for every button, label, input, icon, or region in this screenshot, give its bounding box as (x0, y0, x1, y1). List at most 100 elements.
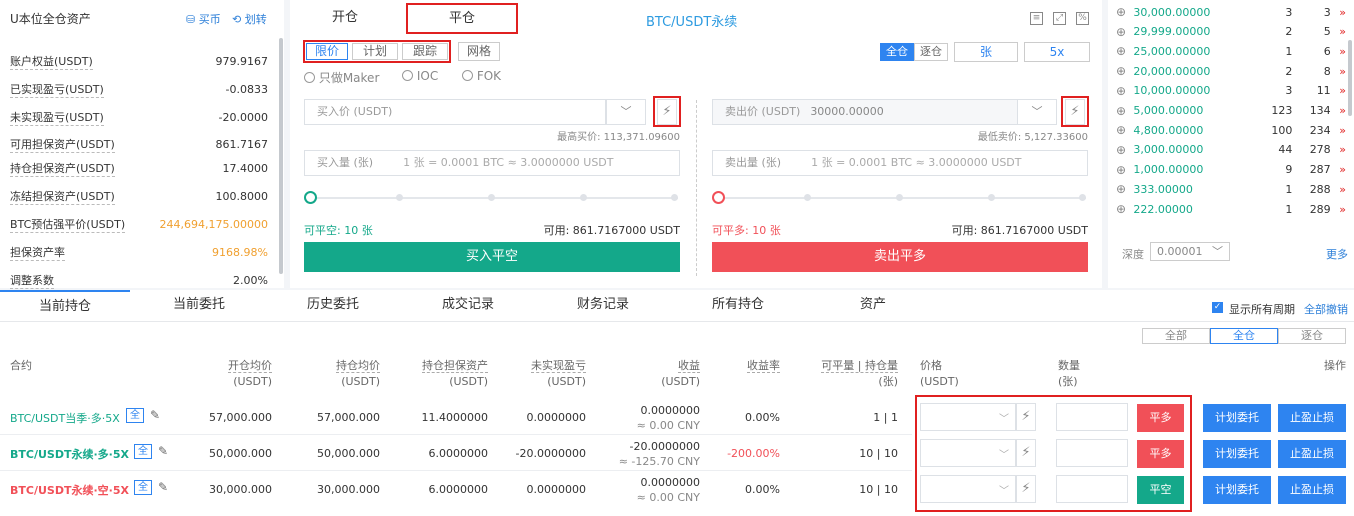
buy-slider-mark[interactable] (396, 194, 403, 201)
margin-mode-cross[interactable]: 全仓 (880, 43, 914, 61)
position-name[interactable]: BTC/USDT永续·多·5X (10, 446, 129, 462)
buy-slider-mark[interactable] (580, 194, 587, 201)
take-profit-stop-loss-button[interactable]: 止盈止损 (1278, 476, 1346, 504)
plus-circle-icon[interactable]: ⊕ (1116, 182, 1129, 196)
buy-price-input[interactable]: 买入价 (USDT) (304, 99, 606, 125)
buy-slider-mark[interactable] (488, 194, 495, 201)
orderbook-row[interactable]: ⊕ 5,000.00000 123 134» (1116, 101, 1346, 121)
plan-order-button[interactable]: 计划委托 (1203, 440, 1271, 468)
sell-slider-handle[interactable] (712, 191, 725, 204)
percent-icon[interactable]: % (1076, 12, 1089, 25)
order-type-grid[interactable]: 网格 (458, 42, 500, 61)
margin-mode-isolated[interactable]: 逐仓 (914, 43, 948, 61)
plus-circle-icon[interactable]: ⊕ (1116, 143, 1129, 157)
cancel-all-link[interactable]: 全部撤销 (1304, 301, 1348, 317)
leverage-select[interactable]: 5x (1024, 42, 1090, 62)
close-position-button[interactable]: 平空 (1137, 476, 1184, 504)
edit-icon[interactable]: ✎ (150, 408, 160, 422)
close-price-select[interactable]: ﹀ (920, 439, 1016, 467)
tab-current-orders[interactable]: 当前委托 (134, 290, 264, 320)
double-chevron-icon[interactable]: » (1331, 84, 1346, 97)
close-price-select[interactable]: ﹀ (920, 403, 1016, 431)
more-link[interactable]: 更多 (1326, 246, 1348, 262)
filter-isolated[interactable]: 逐仓 (1278, 328, 1346, 344)
plan-order-button[interactable]: 计划委托 (1203, 476, 1271, 504)
buy-qty-input[interactable]: 买入量 (张) 1 张 = 0.0001 BTC ≈ 3.0000000 USDT (304, 150, 680, 176)
buy-flash-icon[interactable]: ⚡ (657, 99, 677, 125)
close-qty-input[interactable] (1056, 475, 1128, 503)
filter-cross[interactable]: 全仓 (1210, 328, 1278, 344)
double-chevron-icon[interactable]: » (1331, 124, 1346, 137)
orderbook-row[interactable]: ⊕ 4,800.00000 100 234» (1116, 120, 1346, 140)
tab-current-positions[interactable]: 当前持仓 (0, 290, 130, 320)
close-qty-input[interactable] (1056, 439, 1128, 467)
double-chevron-icon[interactable]: » (1331, 25, 1346, 38)
buy-slider-mark[interactable] (671, 194, 678, 201)
take-profit-stop-loss-button[interactable]: 止盈止损 (1278, 440, 1346, 468)
close-flash-icon[interactable]: ⚡ (1016, 439, 1036, 467)
edit-icon[interactable]: ✎ (158, 480, 168, 494)
position-name[interactable]: BTC/USDT永续·空·5X (10, 482, 129, 498)
orderbook-row[interactable]: ⊕ 3,000.00000 44 278» (1116, 140, 1346, 160)
unit-select[interactable]: 张 (954, 42, 1018, 62)
double-chevron-icon[interactable]: » (1331, 45, 1346, 58)
orderbook-row[interactable]: ⊕ 333.00000 1 288» (1116, 179, 1346, 199)
buy-close-short-button[interactable]: 买入平空 (304, 242, 680, 272)
orderbook-row[interactable]: ⊕ 29,999.00000 2 5» (1116, 22, 1346, 42)
close-flash-icon[interactable]: ⚡ (1016, 475, 1036, 503)
orderbook-row[interactable]: ⊕ 222.00000 1 289» (1116, 199, 1346, 219)
sell-price-input[interactable]: 卖出价 (USDT) 30000.00000 (712, 99, 1018, 125)
option-fok[interactable]: FOK (462, 69, 501, 83)
orderbook-row[interactable]: ⊕ 30,000.00000 3 3» (1116, 2, 1346, 22)
double-chevron-icon[interactable]: » (1331, 183, 1346, 196)
orderbook-scrollbar[interactable] (1348, 40, 1352, 116)
filter-all[interactable]: 全部 (1142, 328, 1210, 344)
plus-circle-icon[interactable]: ⊕ (1116, 84, 1129, 98)
order-type-plan[interactable]: 计划 (352, 43, 398, 60)
plus-circle-icon[interactable]: ⊕ (1116, 104, 1129, 118)
plus-circle-icon[interactable]: ⊕ (1116, 163, 1129, 177)
sell-slider-mark[interactable] (988, 194, 995, 201)
orderbook-row[interactable]: ⊕ 10,000.00000 3 11» (1116, 81, 1346, 101)
order-type-trail[interactable]: 跟踪 (402, 43, 448, 60)
plan-order-button[interactable]: 计划委托 (1203, 404, 1271, 432)
tab-all-positions[interactable]: 所有持仓 (673, 290, 803, 320)
tab-open[interactable]: 开仓 (310, 4, 380, 32)
double-chevron-icon[interactable]: » (1331, 104, 1346, 117)
show-all-checkbox[interactable]: ✓ (1212, 302, 1223, 313)
sell-price-dropdown[interactable]: ﹀ (1017, 99, 1057, 125)
buy-slider-handle[interactable] (304, 191, 317, 204)
orderbook-row[interactable]: ⊕ 1,000.00000 9 287» (1116, 160, 1346, 180)
sell-close-long-button[interactable]: 卖出平多 (712, 242, 1088, 272)
tab-history-orders[interactable]: 历史委托 (268, 290, 398, 320)
sell-slider-mark[interactable] (804, 194, 811, 201)
option-maker[interactable]: 只做Maker (304, 69, 379, 86)
double-chevron-icon[interactable]: » (1331, 6, 1346, 19)
tab-close[interactable]: 平仓 (406, 3, 518, 34)
tab-assets[interactable]: 资产 (808, 290, 938, 320)
edit-icon[interactable]: ✎ (158, 444, 168, 458)
calculator-icon[interactable]: ≡ (1030, 12, 1043, 25)
take-profit-stop-loss-button[interactable]: 止盈止损 (1278, 404, 1346, 432)
close-position-button[interactable]: 平多 (1137, 440, 1184, 468)
option-ioc[interactable]: IOC (402, 69, 438, 83)
orderbook-row[interactable]: ⊕ 25,000.00000 1 6» (1116, 41, 1346, 61)
transfer-link[interactable]: ⟲ 划转 (232, 11, 267, 27)
double-chevron-icon[interactable]: » (1331, 163, 1346, 176)
order-type-limit[interactable]: 限价 (306, 43, 348, 60)
plus-circle-icon[interactable]: ⊕ (1116, 123, 1129, 137)
assets-scrollbar[interactable] (279, 38, 283, 274)
sell-slider-mark[interactable] (896, 194, 903, 201)
sell-qty-input[interactable]: 卖出量 (张) 1 张 = 0.0001 BTC ≈ 3.0000000 USDT (712, 150, 1088, 176)
plus-circle-icon[interactable]: ⊕ (1116, 44, 1129, 58)
buy-coin-link[interactable]: ⛁ 买币 (186, 11, 221, 27)
depth-select[interactable]: 0.00001 ﹀ (1150, 242, 1230, 261)
orderbook-row[interactable]: ⊕ 20,000.00000 2 8» (1116, 61, 1346, 81)
close-flash-icon[interactable]: ⚡ (1016, 403, 1036, 431)
tab-trade-records[interactable]: 成交记录 (403, 290, 533, 320)
buy-price-dropdown[interactable]: ﹀ (606, 99, 646, 125)
close-price-select[interactable]: ﹀ (920, 475, 1016, 503)
close-position-button[interactable]: 平多 (1137, 404, 1184, 432)
plus-circle-icon[interactable]: ⊕ (1116, 5, 1129, 19)
close-qty-input[interactable] (1056, 403, 1128, 431)
